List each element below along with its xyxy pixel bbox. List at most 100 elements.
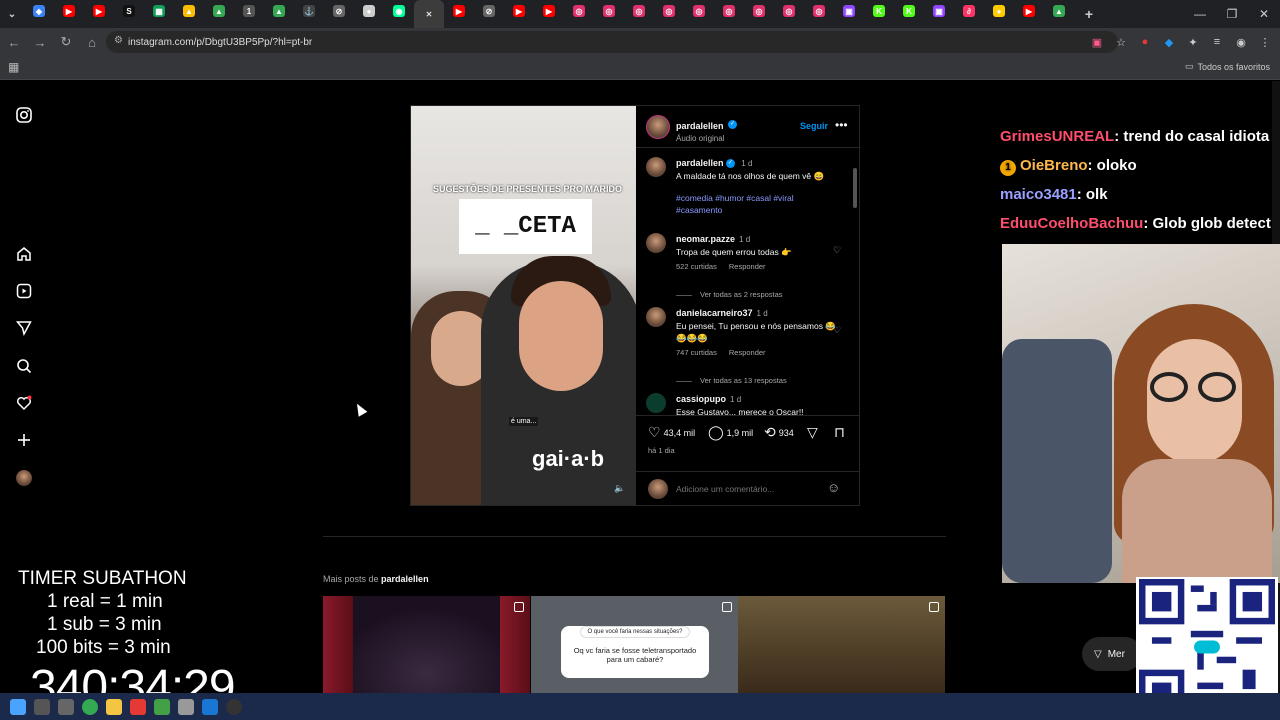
- comments-scrollbar[interactable]: [852, 156, 858, 416]
- app-icon[interactable]: [154, 698, 170, 715]
- browser-tab[interactable]: ▲: [174, 0, 204, 22]
- search-icon[interactable]: [34, 698, 50, 715]
- comment-avatar[interactable]: [646, 307, 666, 327]
- chrome-icon[interactable]: [82, 698, 98, 715]
- apps-grid-icon[interactable]: ▦: [8, 60, 19, 74]
- like-comment-heart-icon[interactable]: ♡: [833, 325, 841, 336]
- like-button[interactable]: ♡ 43,4 mil: [648, 424, 695, 441]
- address-bar[interactable]: ⚙ instagram.com/p/DbgtU3BP5Pp/?hl=pt-br: [106, 31, 1118, 53]
- browser-tab[interactable]: S: [114, 0, 144, 22]
- browser-tab[interactable]: ▦: [144, 0, 174, 22]
- mute-icon[interactable]: 🔈: [614, 483, 625, 494]
- repost-button[interactable]: ⟲ 934: [764, 424, 794, 441]
- comment-username[interactable]: cassiopupo: [676, 394, 726, 404]
- scrollbar-thumb[interactable]: [853, 168, 857, 208]
- browser-tab[interactable]: ◎: [564, 0, 594, 22]
- post-thumbnail[interactable]: O que você faria nessas situações? Oq vc…: [531, 596, 738, 693]
- home-button[interactable]: ⌂: [80, 30, 104, 54]
- search-icon[interactable]: [14, 356, 34, 376]
- browser-tab[interactable]: ◎: [774, 0, 804, 22]
- save-button[interactable]: ⊓: [834, 424, 845, 441]
- browser-tab[interactable]: ∂: [954, 0, 984, 22]
- comment-likes[interactable]: 522 curtidas: [676, 262, 717, 271]
- browser-tab[interactable]: ◎: [624, 0, 654, 22]
- browser-tab[interactable]: ▶: [84, 0, 114, 22]
- author-username[interactable]: pardalellen: [676, 121, 724, 131]
- author-avatar[interactable]: [646, 115, 670, 139]
- reel-video[interactable]: SUGESTÕES DE PRESENTES PRO MARIDO _ _CET…: [411, 106, 636, 505]
- extension-icon[interactable]: ●: [1136, 31, 1154, 53]
- browser-tab[interactable]: ◎: [594, 0, 624, 22]
- like-comment-heart-icon[interactable]: ♡: [833, 245, 841, 256]
- browser-tab[interactable]: ◉: [384, 0, 414, 22]
- all-bookmarks[interactable]: ▭ Todos os favoritos: [1185, 61, 1270, 72]
- browser-tab[interactable]: K: [894, 0, 924, 22]
- comment-likes[interactable]: 747 curtidas: [676, 348, 717, 357]
- profile-avatar[interactable]: [14, 468, 34, 488]
- comment-username[interactable]: danielacarneiro37: [676, 308, 753, 318]
- new-tab-button[interactable]: +: [1074, 3, 1104, 25]
- picture-in-picture-icon[interactable]: ▣: [1088, 31, 1106, 53]
- minimize-button[interactable]: —: [1184, 0, 1216, 28]
- browser-tab[interactable]: ●: [354, 0, 384, 22]
- more-options-icon[interactable]: •••: [835, 118, 848, 132]
- messages-button[interactable]: ▽ Mer: [1082, 637, 1142, 671]
- emoji-icon[interactable]: ☺: [827, 480, 840, 495]
- browser-tab[interactable]: ◎: [744, 0, 774, 22]
- browser-tab[interactable]: ⊘: [474, 0, 504, 22]
- browser-tab[interactable]: ◎: [654, 0, 684, 22]
- browser-tab[interactable]: ◎: [804, 0, 834, 22]
- comment-username[interactable]: neomar.pazze: [676, 234, 735, 244]
- post-thumbnail[interactable]: [738, 596, 945, 693]
- reels-icon[interactable]: [14, 281, 34, 301]
- caption-username[interactable]: pardalellen: [676, 158, 724, 168]
- browser-tab[interactable]: ▶: [444, 0, 474, 22]
- app-icon[interactable]: [178, 698, 194, 715]
- browser-tab[interactable]: ✕: [414, 0, 444, 28]
- home-icon[interactable]: [14, 244, 34, 264]
- browser-tab[interactable]: ▲: [1044, 0, 1074, 22]
- browser-tab[interactable]: ⚓: [294, 0, 324, 22]
- comment-input[interactable]: [676, 481, 816, 497]
- comment-avatar[interactable]: [646, 393, 666, 413]
- explorer-icon[interactable]: [106, 698, 122, 715]
- close-window-button[interactable]: ✕: [1248, 0, 1280, 28]
- app-icon[interactable]: [202, 698, 218, 715]
- back-button[interactable]: ←: [2, 30, 26, 54]
- create-plus-icon[interactable]: [14, 430, 34, 450]
- forward-button[interactable]: →: [28, 30, 52, 54]
- app-icon[interactable]: [130, 698, 146, 715]
- browser-tab[interactable]: ▶: [534, 0, 564, 22]
- browser-tab[interactable]: K: [864, 0, 894, 22]
- post-thumbnail[interactable]: [323, 596, 530, 693]
- view-replies-button[interactable]: Ver todas as 13 respostas: [676, 376, 787, 385]
- reply-button[interactable]: Responder: [729, 348, 766, 357]
- start-icon[interactable]: [10, 698, 26, 715]
- audio-label[interactable]: Áudio original: [676, 134, 737, 143]
- follow-button[interactable]: Seguir: [800, 121, 828, 131]
- browser-tab[interactable]: 1: [234, 0, 264, 22]
- media-controls-icon[interactable]: ≡: [1208, 31, 1226, 53]
- site-info-icon[interactable]: ⚙: [114, 36, 124, 46]
- browser-tab[interactable]: ▶: [54, 0, 84, 22]
- browser-tab[interactable]: ▶: [504, 0, 534, 22]
- extension-icon[interactable]: ◆: [1160, 31, 1178, 53]
- direct-messages-icon[interactable]: [14, 318, 34, 338]
- bookmark-star-icon[interactable]: ☆: [1112, 31, 1130, 53]
- instagram-logo-icon[interactable]: [14, 105, 34, 125]
- browser-tab[interactable]: ◎: [684, 0, 714, 22]
- caption-avatar[interactable]: [646, 157, 666, 177]
- share-button[interactable]: ▽: [807, 424, 818, 441]
- comment-button[interactable]: ◯ 1,9 mil: [708, 424, 753, 441]
- restore-button[interactable]: ❐: [1216, 0, 1248, 28]
- notifications-heart-icon[interactable]: [14, 393, 34, 413]
- caption-hashtags[interactable]: #comedia #humor #casal #viral #casamento: [676, 192, 836, 216]
- obs-icon[interactable]: [226, 698, 242, 715]
- tab-search-button[interactable]: ⌄: [0, 3, 24, 25]
- reload-button[interactable]: ↻: [54, 30, 78, 54]
- view-replies-button[interactable]: Ver todas as 2 respostas: [676, 290, 783, 299]
- extensions-puzzle-icon[interactable]: ✦: [1184, 31, 1202, 53]
- browser-tab[interactable]: ◎: [714, 0, 744, 22]
- browser-tab[interactable]: ▣: [834, 0, 864, 22]
- browser-tab[interactable]: ▲: [204, 0, 234, 22]
